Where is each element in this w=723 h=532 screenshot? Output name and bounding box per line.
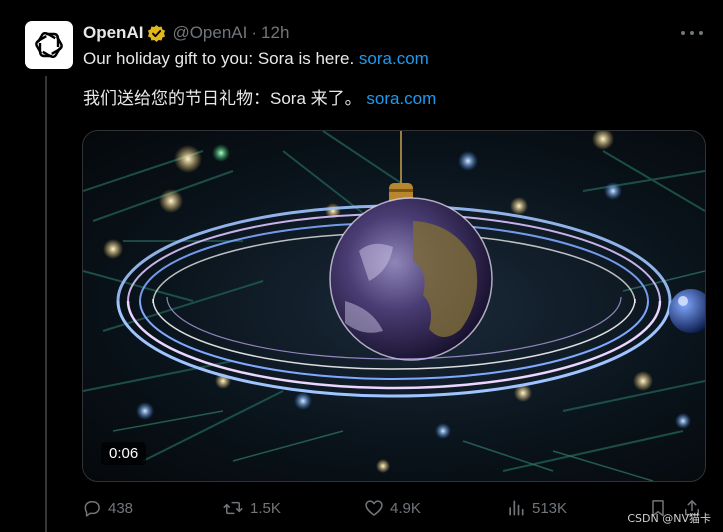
verified-badge-icon[interactable] (147, 24, 166, 43)
reply-count: 438 (108, 499, 134, 517)
video-frame (83, 131, 705, 481)
more-icon[interactable] (681, 24, 703, 42)
like-count: 4.9K (390, 499, 421, 517)
action-bar: 438 1.5K 4.9K 513K (82, 496, 704, 520)
timestamp[interactable]: 12h (261, 23, 289, 43)
video-duration: 0:06 (101, 442, 147, 465)
tweet-text-line-1: Our holiday gift to you: Sora is here. s… (83, 49, 429, 69)
thread-line (45, 76, 47, 532)
video-player[interactable]: 0:06 (82, 130, 706, 482)
repost-icon (223, 501, 243, 515)
separator-dot: · (251, 23, 258, 42)
like-button[interactable]: 4.9K (364, 496, 421, 520)
display-name[interactable]: OpenAI (83, 23, 143, 43)
csdn-watermark: CSDN @NV猫卡 (627, 512, 711, 525)
reply-button[interactable]: 438 (82, 496, 133, 520)
tweet-text-en: Our holiday gift to you: Sora is here. (83, 49, 359, 68)
repost-button[interactable]: 1.5K (222, 496, 281, 520)
sora-link-1[interactable]: sora.com (359, 49, 429, 68)
tweet-text-line-2: 我们送给您的节日礼物：Sora 来了。 sora.com (83, 84, 436, 109)
heart-icon (365, 500, 383, 516)
tweet-page: OpenAI @OpenAI · 12h Our holiday gift to… (0, 0, 723, 532)
views-button[interactable]: 513K (506, 496, 567, 520)
tweet-text-zh: 我们送给您的节日礼物：Sora 来了。 (83, 89, 367, 108)
repost-count: 1.5K (250, 499, 281, 517)
reply-icon (84, 501, 100, 517)
view-count: 513K (532, 499, 568, 517)
sora-link-2[interactable]: sora.com (366, 89, 436, 108)
handle[interactable]: @OpenAI (172, 23, 247, 43)
avatar[interactable] (25, 21, 73, 69)
tweet-header: OpenAI @OpenAI · 12h (83, 21, 289, 45)
views-icon (509, 500, 524, 516)
openai-logo-icon (35, 31, 63, 59)
